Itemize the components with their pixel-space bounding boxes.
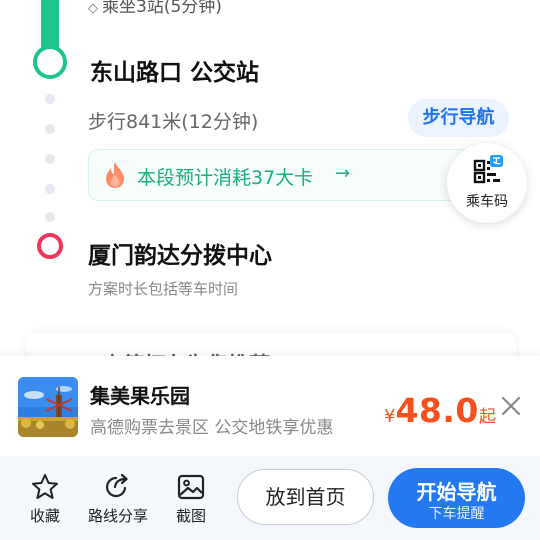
favorite-button[interactable]: 收藏 <box>24 472 66 526</box>
duration-note: 方案时长包括等车时间 <box>88 280 239 298</box>
promo-bar[interactable]: 集美果乐园 高德购票去景区 公交地铁享优惠 ¥48.0起 <box>0 356 540 456</box>
start-navigation-button[interactable]: 开始导航 下车提醒 <box>388 468 525 528</box>
add-to-home-button[interactable]: 放到首页 <box>237 469 374 525</box>
walk-dot <box>45 184 55 194</box>
walk-dot <box>45 124 55 134</box>
screenshot-button[interactable]: 截图 <box>171 472 211 526</box>
ride-code-label: 乘车码 <box>466 194 508 210</box>
qr-code-icon <box>473 155 503 184</box>
walk-nav-button[interactable]: 步行导航 <box>408 99 509 137</box>
image-icon <box>177 474 205 500</box>
pin-icon: ◇ <box>88 1 98 16</box>
star-icon <box>32 474 58 499</box>
promo-thumbnail <box>18 377 78 437</box>
destination-node <box>37 233 63 259</box>
promo-subtitle: 高德购票去景区 公交地铁享优惠 <box>90 418 334 438</box>
walk-dot <box>45 154 55 164</box>
station-node <box>33 45 67 79</box>
close-icon[interactable] <box>497 392 525 420</box>
prev-segment: ◇ 乘坐3站(5分钟) <box>88 0 222 17</box>
calorie-text: 本段预计消耗37大卡 <box>137 167 314 189</box>
bottom-toolbar: 收藏 路线分享 截图 放到首页 开始导航 下车提醒 <box>0 456 540 540</box>
station-name[interactable]: 东山路口 公交站 <box>90 53 259 87</box>
share-icon <box>105 473 128 498</box>
arrow-right-icon: → <box>335 163 351 184</box>
ride-code-button[interactable]: 乘车码 <box>447 143 527 223</box>
flame-icon <box>106 162 124 188</box>
destination-name[interactable]: 厦门韵达分拨中心 <box>88 236 272 270</box>
walk-dot <box>45 212 55 222</box>
promo-title: 集美果乐园 <box>90 384 190 408</box>
walk-dot <box>45 94 55 104</box>
calorie-banner[interactable]: 本段预计消耗37大卡 → <box>88 149 476 201</box>
walk-info: 步行841米(12分钟) <box>88 111 259 133</box>
bus-line-segment <box>41 0 59 50</box>
route-share-button[interactable]: 路线分享 <box>84 472 152 526</box>
promo-price: ¥48.0起 <box>384 391 496 430</box>
